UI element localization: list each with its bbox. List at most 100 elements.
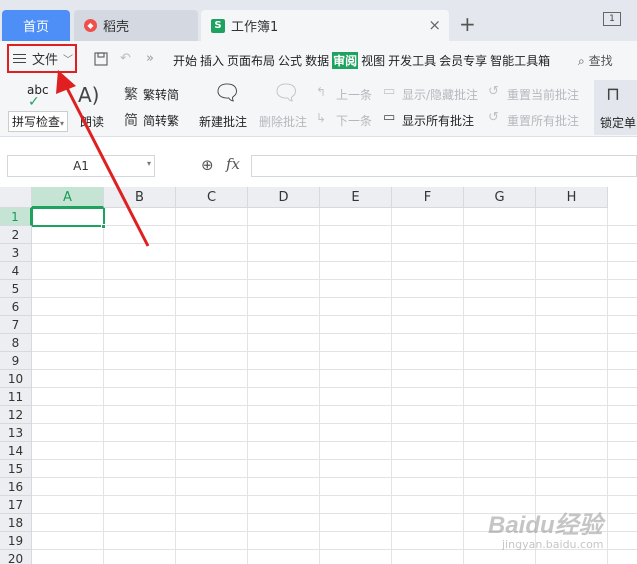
row-header[interactable]: 4 — [0, 262, 32, 280]
row-header[interactable]: 9 — [0, 352, 32, 370]
row-header[interactable]: 12 — [0, 406, 32, 424]
column-header[interactable]: G — [464, 187, 536, 208]
column-header[interactable]: H — [536, 187, 608, 208]
prev-comment-button[interactable]: 上一条 — [336, 86, 372, 103]
spreadsheet-logo-icon: S — [211, 18, 225, 33]
show-all-comments-icon: ▭ — [383, 110, 396, 125]
column-header[interactable]: A — [32, 187, 104, 208]
review-ribbon: abc ✓ 拼写检查▾ A) 朗读 繁 繁转简 简 简转繁 🗨 新建批注 🗨 删… — [0, 77, 637, 137]
chevron-down-icon: ﹀ — [63, 55, 74, 66]
delete-comment-button[interactable]: 删除批注 — [259, 113, 307, 130]
row-header[interactable]: 11 — [0, 388, 32, 406]
menu-tab-7[interactable]: 开发工具 — [388, 52, 436, 69]
zoom-icon[interactable]: ⊕ — [201, 156, 214, 174]
simp-to-trad-button[interactable]: 简转繁 — [143, 112, 179, 129]
reset-current-button[interactable]: 重置当前批注 — [507, 86, 579, 103]
delete-comment-icon: 🗨 — [272, 81, 300, 106]
row-header[interactable]: 14 — [0, 442, 32, 460]
checkmark-icon: ✓ — [28, 94, 40, 110]
menu-tab-5[interactable]: 审阅 — [332, 52, 359, 69]
next-comment-icon: ↳ — [316, 111, 327, 125]
close-icon[interactable]: × — [428, 16, 441, 34]
tab-docer-label: 稻壳 — [103, 20, 130, 35]
search-icon: ⌕ — [578, 54, 585, 68]
tab-docer[interactable]: ◆ 稻壳 — [74, 10, 198, 41]
row-header[interactable]: 18 — [0, 514, 32, 532]
menu-tab-0[interactable]: 开始 — [173, 52, 197, 69]
watermark-sub: jingyan.baidu.com — [502, 538, 604, 551]
read-aloud-button[interactable]: 朗读 — [80, 113, 104, 130]
baidu-watermark: Baidu经验 jingyan.baidu.com — [488, 505, 604, 551]
ribbon-tabs: 开始 插入 页面布局 公式 数据 审阅 视图 开发工具 会员专享 智能工具箱 — [173, 52, 553, 69]
reset-all-button[interactable]: 重置所有批注 — [507, 112, 579, 129]
next-comment-button[interactable]: 下一条 — [336, 112, 372, 129]
read-aloud-icon: A) — [78, 83, 100, 107]
column-header[interactable]: F — [392, 187, 464, 208]
function-icon[interactable]: fx — [226, 155, 240, 173]
active-cell-a1[interactable] — [31, 207, 105, 227]
row-header[interactable]: 3 — [0, 244, 32, 262]
window-switch-button[interactable]: 1 — [603, 12, 621, 26]
show-hide-comment-button[interactable]: 显示/隐藏批注 — [402, 86, 478, 103]
row-header[interactable]: 16 — [0, 478, 32, 496]
row-header[interactable]: 19 — [0, 532, 32, 550]
chevron-down-icon: ▾ — [146, 159, 151, 168]
menu-tab-6[interactable]: 视图 — [361, 52, 385, 69]
row-header[interactable]: 13 — [0, 424, 32, 442]
reset-current-icon: ↺ — [488, 84, 499, 99]
menu-tab-2[interactable]: 页面布局 — [227, 52, 275, 69]
search-button[interactable]: ⌕ 查找 — [578, 52, 613, 69]
more-chevron-icon[interactable]: » — [146, 51, 154, 66]
show-all-comments-button[interactable]: 显示所有批注 — [402, 112, 474, 129]
menu-tab-9[interactable]: 智能工具箱 — [490, 52, 550, 69]
menu-tab-1[interactable]: 插入 — [200, 52, 224, 69]
formula-input[interactable] — [251, 155, 637, 177]
tab-home[interactable]: 首页 — [2, 10, 70, 41]
trad-to-simp-button[interactable]: 繁转简 — [143, 86, 179, 103]
new-comment-button[interactable]: 新建批注 — [199, 113, 247, 130]
menu-tab-3[interactable]: 公式 — [278, 52, 302, 69]
menu-tab-4[interactable]: 数据 — [305, 52, 329, 69]
column-header[interactable]: B — [104, 187, 176, 208]
select-all-corner[interactable] — [0, 187, 32, 208]
undo-icon[interactable]: ↶ — [120, 51, 131, 66]
name-box[interactable]: A1 ▾ — [7, 155, 155, 177]
watermark-main: Baidu经验 — [488, 512, 603, 539]
column-header[interactable]: E — [320, 187, 392, 208]
trad-to-simp-icon: 繁 — [124, 87, 138, 103]
row-header[interactable]: 15 — [0, 460, 32, 478]
name-box-value: A1 — [73, 159, 89, 173]
menu-tab-8[interactable]: 会员专享 — [439, 52, 487, 69]
formula-bar: A1 ▾ ⊕ fx — [0, 137, 637, 187]
row-header[interactable]: 5 — [0, 280, 32, 298]
simp-to-trad-icon: 简 — [124, 113, 138, 129]
spellcheck-button[interactable]: 拼写检查▾ — [8, 111, 69, 132]
lock-cell-button[interactable]: ⊓ 锁定单 — [594, 80, 637, 135]
docer-logo-icon: ◆ — [84, 19, 97, 32]
row-header[interactable]: 8 — [0, 334, 32, 352]
lock-cell-icon: ⊓ — [606, 84, 621, 105]
row-header[interactable]: 6 — [0, 298, 32, 316]
reset-all-icon: ↺ — [488, 110, 499, 125]
lock-cell-label: 锁定单 — [600, 116, 637, 130]
row-header[interactable]: 1 — [0, 208, 32, 226]
file-menu-button[interactable]: 文件 ﹀ — [7, 44, 77, 73]
row-header[interactable]: 17 — [0, 496, 32, 514]
column-header[interactable]: D — [248, 187, 320, 208]
row-header[interactable]: 2 — [0, 226, 32, 244]
wps-spreadsheet-window: 首页 ◆ 稻壳 S 工作簿1 × + 1 文件 ﹀ ↶ » 开始 插入 页面布局 公式… — [0, 0, 637, 564]
row-header[interactable]: 10 — [0, 370, 32, 388]
tab-workbook[interactable]: S 工作簿1 × — [201, 10, 449, 41]
search-label: 查找 — [588, 54, 613, 68]
row-header[interactable]: 20 — [0, 550, 32, 564]
prev-comment-icon: ↰ — [316, 85, 327, 99]
tab-workbook-label: 工作簿1 — [231, 20, 279, 35]
save-icon[interactable] — [93, 51, 109, 71]
tab-home-label: 首页 — [22, 20, 49, 35]
column-header[interactable]: C — [176, 187, 248, 208]
row-header[interactable]: 7 — [0, 316, 32, 334]
fill-handle[interactable] — [101, 224, 106, 229]
add-tab-button[interactable]: + — [459, 14, 476, 34]
spellcheck-label: 拼写检查 — [12, 115, 61, 129]
new-comment-icon: 🗨 — [213, 81, 241, 106]
